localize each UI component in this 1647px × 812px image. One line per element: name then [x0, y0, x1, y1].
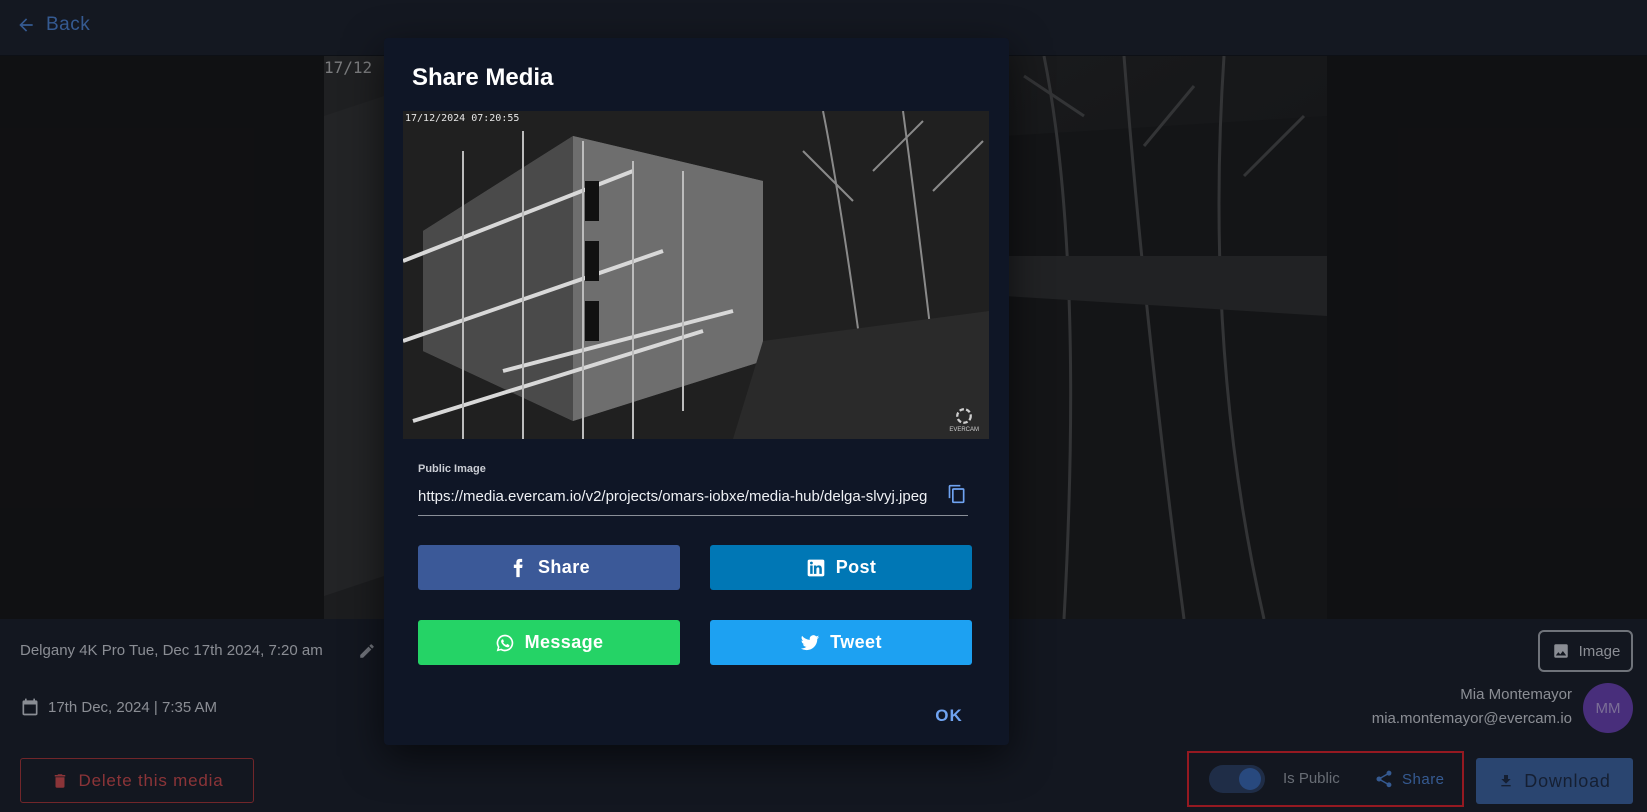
- facebook-icon: [513, 558, 523, 577]
- twitter-icon: [800, 634, 820, 650]
- facebook-share-label: Share: [537, 557, 591, 577]
- evercam-logo-icon: [956, 408, 973, 424]
- ok-button[interactable]: OK: [924, 701, 974, 731]
- url-field-underline: [418, 515, 968, 516]
- twitter-tweet-label: Tweet: [830, 632, 882, 652]
- evercam-logo-text: EVERCAM: [949, 427, 979, 433]
- preview-timestamp: 17/12/2024 07:20:55: [405, 113, 520, 124]
- linkedin-icon: [807, 559, 825, 576]
- evercam-logo: EVERCAM: [949, 407, 979, 433]
- dialog-title: Share Media: [412, 64, 554, 91]
- share-media-dialog: Share Media 17/12/2024 07:20:55 EVERCAM …: [384, 38, 1009, 745]
- whatsapp-icon: [496, 634, 513, 651]
- public-image-url-field[interactable]: [418, 484, 938, 508]
- whatsapp-message-button[interactable]: Message: [418, 620, 680, 665]
- twitter-tweet-button[interactable]: Tweet: [710, 620, 972, 665]
- linkedin-post-button[interactable]: Post: [710, 545, 972, 590]
- copy-icon[interactable]: [947, 484, 967, 504]
- public-image-label: Public Image: [418, 463, 486, 475]
- linkedin-post-label: Post: [835, 557, 877, 577]
- facebook-share-button[interactable]: Share: [418, 545, 680, 590]
- construction-scene-image: [403, 111, 989, 439]
- share-preview-image: 17/12/2024 07:20:55 EVERCAM: [403, 111, 989, 439]
- whatsapp-message-label: Message: [524, 632, 604, 652]
